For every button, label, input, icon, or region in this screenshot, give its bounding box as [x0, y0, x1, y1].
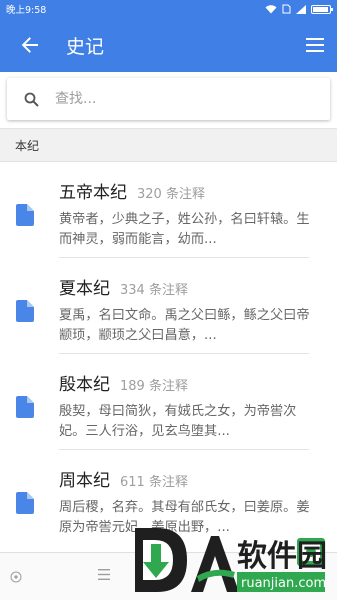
- chapter-list: 五帝本纪 320 条注释 黄帝者，少典之子，姓公孙，名曰轩辕。生而神灵，弱而能言…: [0, 162, 337, 552]
- target-icon[interactable]: [10, 571, 22, 583]
- item-annotation-count: 189 条注释: [120, 379, 188, 394]
- search-area: [0, 72, 337, 128]
- page-title: 史记: [66, 35, 105, 58]
- item-title-row: 五帝本纪 320 条注释: [59, 178, 205, 203]
- search-icon: [24, 92, 39, 107]
- item-excerpt: 夏禹，名曰文命。禹之父曰鲧，鲧之父曰帝颛顼，颛顼之父曰昌意，...: [59, 308, 310, 343]
- watermark-url: ruanjian.com: [241, 576, 326, 591]
- item-title: 夏本纪: [59, 279, 110, 299]
- arrow-back-icon: [21, 37, 38, 53]
- item-excerpt: 殷契，母曰简狄，有娀氏之女，为帝喾次妃。三人行浴，见玄鸟堕其...: [59, 404, 297, 439]
- list-item[interactable]: 殷本纪 189 条注释 殷契，母曰简狄，有娀氏之女，为帝喾次妃。三人行浴，见玄鸟…: [0, 354, 337, 450]
- item-title: 五帝本纪: [59, 183, 127, 203]
- back-button[interactable]: [0, 18, 60, 72]
- item-title: 周本纪: [59, 471, 110, 491]
- status-icons: [265, 4, 333, 14]
- document-icon: [16, 396, 34, 418]
- signal-icon: [296, 4, 306, 14]
- item-title-row: 夏本纪 334 条注释: [59, 274, 188, 299]
- menu-button[interactable]: [293, 18, 337, 72]
- app-bar: 史记: [0, 18, 337, 72]
- list-icon[interactable]: [98, 569, 110, 580]
- document-icon: [16, 204, 34, 226]
- section-header: 本纪: [0, 128, 337, 162]
- item-title-row: 殷本纪 189 条注释: [59, 370, 188, 395]
- watermark-graphic: 软件园 ruanjian.com: [135, 528, 327, 592]
- wifi-icon: [265, 4, 277, 13]
- search-box[interactable]: [7, 78, 330, 120]
- list-item[interactable]: 夏本纪 334 条注释 夏禹，名曰文命。禹之父曰鲧，鲧之父曰帝颛顼，颛顼之父曰昌…: [0, 258, 337, 354]
- list-item[interactable]: 五帝本纪 320 条注释 黄帝者，少典之子，姓公孙，名曰轩辕。生而神灵，弱而能言…: [0, 162, 337, 258]
- document-icon: [16, 492, 34, 514]
- watermark-logo: 软件园 ruanjian.com: [131, 522, 329, 596]
- section-title: 本纪: [15, 138, 40, 153]
- status-time: 晚上9:58: [6, 5, 47, 16]
- item-annotation-count: 320 条注释: [137, 187, 205, 202]
- search-input[interactable]: [55, 79, 330, 119]
- document-icon: [16, 300, 34, 322]
- item-annotation-count: 611 条注释: [120, 475, 188, 490]
- item-excerpt: 黄帝者，少典之子，姓公孙，名曰轩辕。生而神灵，弱而能言，幼而...: [59, 212, 310, 247]
- no-sim-icon: [282, 4, 291, 14]
- watermark-text: 软件园: [237, 539, 327, 574]
- search-icon-wrap: [7, 92, 55, 107]
- item-title-row: 周本纪 611 条注释: [59, 466, 188, 491]
- item-title: 殷本纪: [59, 375, 110, 395]
- item-annotation-count: 334 条注释: [120, 283, 188, 298]
- status-bar: 晚上9:58: [0, 0, 337, 18]
- battery-icon: [311, 4, 333, 14]
- hamburger-menu-icon: [306, 38, 324, 52]
